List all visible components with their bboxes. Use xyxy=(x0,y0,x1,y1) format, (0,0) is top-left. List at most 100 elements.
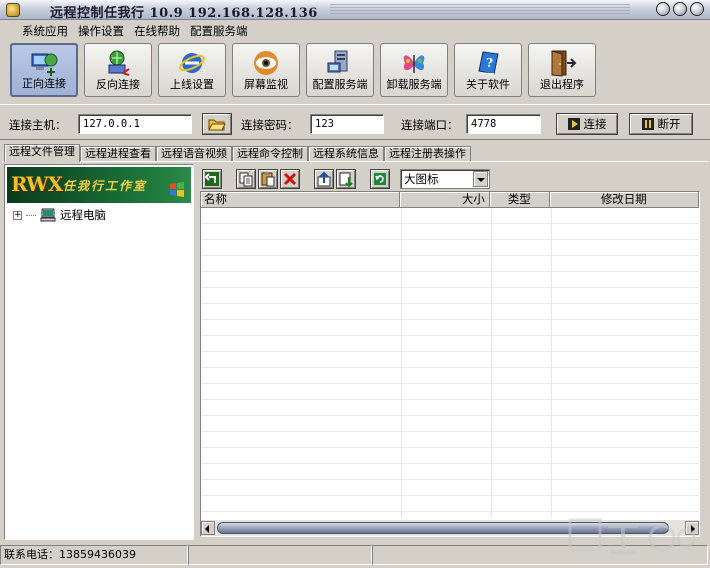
column-gridline xyxy=(401,208,402,518)
uninstall-server-button[interactable]: 卸载服务端 xyxy=(380,43,448,97)
screen-monitor-button[interactable]: 屏幕监视 xyxy=(232,43,300,97)
refresh-button[interactable] xyxy=(370,169,390,189)
play-icon xyxy=(567,118,580,130)
studio-name: 任我行工作室 xyxy=(63,179,148,193)
pause-icon xyxy=(641,118,654,130)
main-toolbar: 正向连接 反向连接 上线设置 屏幕监视 配置服务端 卸载服务端 ? 关于软件 退… xyxy=(10,43,596,97)
chevron-down-icon[interactable] xyxy=(473,171,488,187)
port-label: 连接端口： xyxy=(401,118,459,132)
server-config-icon xyxy=(327,50,348,73)
ie-globe-icon xyxy=(179,53,205,73)
view-mode-value: 大图标 xyxy=(404,172,439,186)
app-icon[interactable] xyxy=(6,3,20,17)
tab-process-view[interactable]: 远程进程查看 xyxy=(80,146,156,162)
scroll-left-icon[interactable] xyxy=(201,521,215,535)
tab-file-manager[interactable]: 远程文件管理 xyxy=(4,144,80,162)
column-name[interactable]: 名称 xyxy=(201,192,401,208)
studio-banner: RWX 任我行工作室 xyxy=(7,167,191,203)
about-button[interactable]: ? 关于软件 xyxy=(454,43,522,97)
column-gridline xyxy=(491,208,492,518)
tree-node-remote-pc[interactable]: + 远程电脑 xyxy=(13,207,106,223)
tab-command-control[interactable]: 远程命令控制 xyxy=(232,146,308,162)
exit-door-icon xyxy=(551,50,577,77)
column-type[interactable]: 类型 xyxy=(489,192,550,208)
expand-icon[interactable]: + xyxy=(13,210,22,220)
window-controls xyxy=(656,2,704,16)
menu-config-server[interactable]: 配置服务端 xyxy=(186,23,252,39)
paste-icon xyxy=(261,172,275,187)
status-phone: 联系电话：13859436039 xyxy=(0,545,188,565)
menu-settings[interactable]: 操作设置 xyxy=(74,23,128,39)
toolbar-label: 反向连接 xyxy=(96,78,140,91)
port-input[interactable]: 4778 xyxy=(466,114,541,134)
tab-divider xyxy=(2,161,708,162)
tab-system-info[interactable]: 远程系统信息 xyxy=(308,146,384,162)
rwx-logo: RWX xyxy=(11,172,63,196)
upload-icon xyxy=(317,171,331,187)
status-cell-2 xyxy=(188,545,372,565)
host-input[interactable]: 127.0.0.1 xyxy=(78,114,192,134)
svg-text:?: ? xyxy=(486,56,493,70)
title-bar: 远程控制任我行 10.9 192.168.128.136 xyxy=(0,0,710,21)
browse-folder-button[interactable] xyxy=(202,113,232,135)
tree-connector xyxy=(26,214,36,216)
host-label: 连接主机： xyxy=(9,118,67,132)
file-list[interactable]: 名称 大小 类型 修改日期 xyxy=(200,191,700,537)
upload-button[interactable] xyxy=(314,169,334,189)
column-modified[interactable]: 修改日期 xyxy=(549,192,699,208)
reverse-connect-button[interactable]: 反向连接 xyxy=(84,43,152,97)
toolbar-label: 退出程序 xyxy=(540,78,584,91)
password-label: 连接密码： xyxy=(241,118,299,132)
return-arrow-icon xyxy=(204,172,219,186)
menu-bar: 系统应用 操作设置 在线帮助 配置服务端 xyxy=(0,20,710,42)
file-list-header: 名称 大小 类型 修改日期 xyxy=(201,192,699,208)
connect-label: 连接 xyxy=(583,117,607,131)
column-size[interactable]: 大小 xyxy=(400,192,490,208)
close-icon[interactable] xyxy=(690,2,704,16)
window-title: 远程控制任我行 10.9 192.168.128.136 xyxy=(50,6,318,21)
minimize-icon[interactable] xyxy=(656,2,670,16)
computer-icon xyxy=(40,208,56,222)
column-gridline xyxy=(551,208,552,518)
watermark-logo xyxy=(568,518,696,554)
paste-button[interactable] xyxy=(258,169,278,189)
forward-connect-button[interactable]: 正向连接 xyxy=(10,43,78,97)
disconnect-label: 断开 xyxy=(657,117,681,131)
exit-button[interactable]: 退出程序 xyxy=(528,43,596,97)
download-icon xyxy=(339,172,353,188)
toolbar-label: 卸载服务端 xyxy=(386,78,442,91)
copy-icon xyxy=(239,172,253,187)
tab-voice-video[interactable]: 远程语音视频 xyxy=(156,146,232,162)
menu-help[interactable]: 在线帮助 xyxy=(130,23,184,39)
network-forward-icon xyxy=(31,53,58,76)
butterfly-icon xyxy=(403,55,425,73)
file-list-panel: 大图标 名称 大小 类型 修改日期 xyxy=(198,164,702,540)
file-toolbar: 大图标 xyxy=(202,168,490,190)
toolbar-label: 上线设置 xyxy=(170,78,214,91)
menu-system[interactable]: 系统应用 xyxy=(18,23,72,39)
title-stripes xyxy=(330,4,630,16)
network-reverse-icon xyxy=(108,50,130,76)
tree-label: 远程电脑 xyxy=(60,208,106,222)
config-server-button[interactable]: 配置服务端 xyxy=(306,43,374,97)
toolbar-label: 配置服务端 xyxy=(312,78,368,91)
copy-button[interactable] xyxy=(236,169,256,189)
delete-button[interactable] xyxy=(280,169,300,189)
directory-tree-panel: RWX 任我行工作室 + 远程电脑 xyxy=(4,164,194,540)
go-up-button[interactable] xyxy=(202,169,222,189)
disconnect-button[interactable]: 断开 xyxy=(629,113,693,135)
online-settings-button[interactable]: 上线设置 xyxy=(158,43,226,97)
function-tabs: 远程文件管理 远程进程查看 远程语音视频 远程命令控制 远程系统信息 远程注册表… xyxy=(4,144,471,162)
maximize-icon[interactable] xyxy=(673,2,687,16)
file-list-body xyxy=(201,208,699,518)
tab-registry[interactable]: 远程注册表操作 xyxy=(384,146,471,162)
help-book-icon: ? xyxy=(478,51,499,75)
toolbar-label: 屏幕监视 xyxy=(244,78,288,91)
connect-button[interactable]: 连接 xyxy=(556,113,618,135)
download-button[interactable] xyxy=(336,169,356,189)
toolbar-label: 关于软件 xyxy=(466,78,510,91)
delete-x-icon xyxy=(283,172,297,186)
password-input[interactable]: 123 xyxy=(310,114,384,134)
view-mode-select[interactable]: 大图标 xyxy=(400,169,490,189)
eye-icon xyxy=(254,51,278,75)
